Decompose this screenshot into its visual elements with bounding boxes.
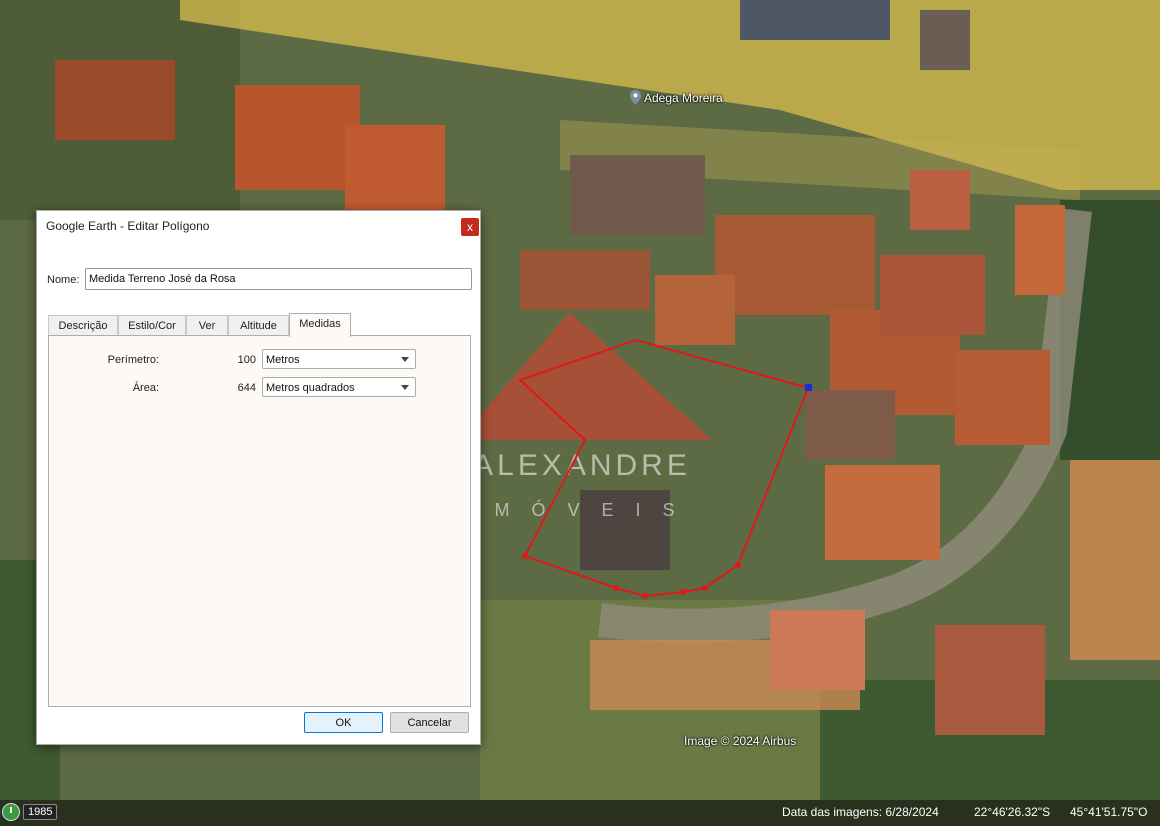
dialog-titlebar[interactable]: Google Earth - Editar Polígono x [37,211,480,243]
imagery-attribution: Image © 2024 Airbus [684,734,797,748]
tab-altitude[interactable]: Altitude [228,315,289,336]
longitude-readout: 45°41'51.75"O [1070,805,1148,819]
perimeter-value: 100 [237,354,256,366]
clock-icon[interactable] [2,803,20,821]
measurements-panel: Perímetro: 100 Metros Área: 644 Metros q… [48,335,471,707]
tab-ver[interactable]: Ver [186,315,228,336]
place-name: Adega Moreira [644,90,723,105]
svg-text:ALEXANDRE: ALEXANDRE [473,449,691,482]
place-label[interactable]: Adega Moreira [630,90,723,105]
tab-estilo-cor[interactable]: Estilo/Cor [118,315,186,336]
name-label: Nome: [47,274,80,286]
close-button[interactable]: x [461,218,479,236]
historical-imagery-control[interactable]: 1985 [2,802,58,822]
edit-polygon-dialog: Google Earth - Editar Polígono x Nome: M… [36,210,481,745]
status-bar: 1985 Data das imagens: 6/28/2024 22°46'2… [0,800,1160,826]
perimeter-unit-select[interactable]: Metros [262,349,416,369]
area-value: 644 [237,382,256,394]
area-label: Área: [132,382,159,394]
svg-text:IMÓVEIS: IMÓVEIS [467,499,696,520]
ok-button[interactable]: OK [304,712,383,733]
map-pin-icon [630,90,641,105]
tab-descricao[interactable]: Descrição [48,315,118,336]
cancel-button[interactable]: Cancelar [390,712,469,733]
latitude-readout: 22°46'26.32"S [974,805,1051,819]
tab-medidas[interactable]: Medidas [289,313,351,337]
chevron-down-icon [401,357,409,362]
perimeter-unit-value: Metros [266,354,300,366]
image-date: Data das imagens: 6/28/2024 [782,805,939,819]
area-unit-value: Metros quadrados [266,382,355,394]
imagery-year[interactable]: 1985 [23,804,58,820]
name-field[interactable]: Medida Terreno José da Rosa [85,268,472,290]
chevron-down-icon [401,385,409,390]
area-unit-select[interactable]: Metros quadrados [262,377,416,397]
dialog-title: Google Earth - Editar Polígono [46,219,210,233]
perimeter-label: Perímetro: [107,354,159,366]
